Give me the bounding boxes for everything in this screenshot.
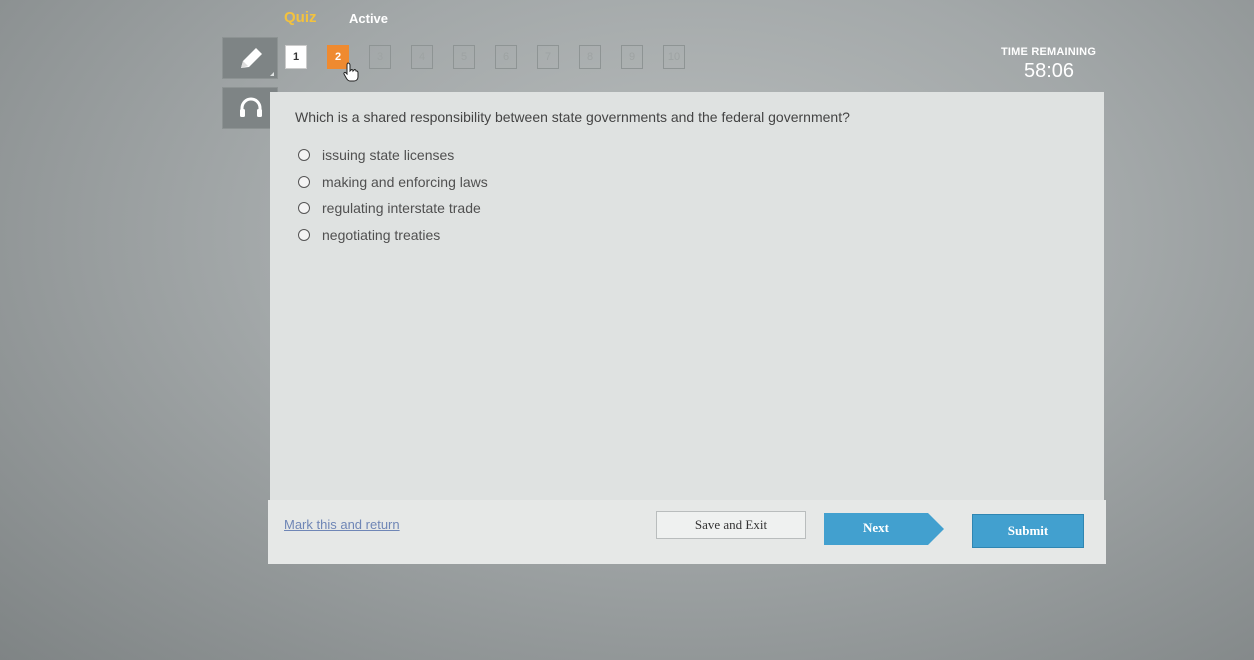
radio-button[interactable] — [298, 175, 310, 188]
answer-option[interactable]: negotiating treaties — [298, 222, 488, 249]
answer-option[interactable]: regulating interstate trade — [298, 195, 488, 222]
question-nav-button[interactable]: 9 — [621, 45, 643, 69]
pencil-icon — [241, 48, 262, 68]
next-button-label: Next — [863, 520, 889, 535]
question-nav-button[interactable]: 5 — [453, 45, 475, 69]
answer-option-label: issuing state licenses — [322, 147, 455, 164]
radio-button[interactable] — [298, 228, 310, 241]
tool-menu-indicator — [270, 72, 274, 76]
question-nav-button[interactable]: 3 — [369, 45, 391, 69]
quiz-title: Quiz — [284, 9, 317, 26]
top-bar: Quiz Active — [0, 0, 1254, 34]
footer-bar: Mark this and return Save and Exit Next … — [268, 500, 1106, 564]
hand-cursor-icon — [343, 62, 359, 82]
question-nav-button[interactable]: 8 — [579, 45, 601, 69]
mark-and-return-link[interactable]: Mark this and return — [284, 517, 400, 532]
question-nav-button[interactable]: 10 — [663, 45, 685, 69]
question-nav-button[interactable]: 7 — [537, 45, 559, 69]
timer-value: 58:06 — [1024, 60, 1075, 82]
answer-option-label: making and enforcing laws — [322, 173, 488, 190]
radio-button[interactable] — [298, 149, 310, 162]
question-nav-button[interactable]: 1 — [285, 45, 307, 69]
answer-option-label: regulating interstate trade — [322, 200, 481, 217]
answer-option[interactable]: making and enforcing laws — [298, 169, 488, 196]
submit-button[interactable]: Submit — [972, 514, 1084, 548]
question-nav-button[interactable]: 4 — [411, 45, 433, 69]
quiz-status: Active — [349, 11, 389, 26]
save-and-exit-button[interactable]: Save and Exit — [656, 511, 806, 539]
radio-button[interactable] — [298, 202, 310, 215]
answer-option-label: negotiating treaties — [322, 226, 441, 243]
pencil-tool-button[interactable] — [222, 37, 278, 79]
timer-label: TIME REMAINING — [1001, 46, 1097, 58]
next-button[interactable]: Next — [824, 513, 944, 545]
question-panel: Which is a shared responsibility between… — [270, 92, 1104, 500]
answer-option[interactable]: issuing state licenses — [298, 142, 488, 169]
question-text: Which is a shared responsibility between… — [295, 109, 850, 125]
headphones-icon — [240, 97, 262, 117]
answer-options: issuing state licenses making and enforc… — [298, 142, 488, 248]
question-nav-button[interactable]: 6 — [495, 45, 517, 69]
